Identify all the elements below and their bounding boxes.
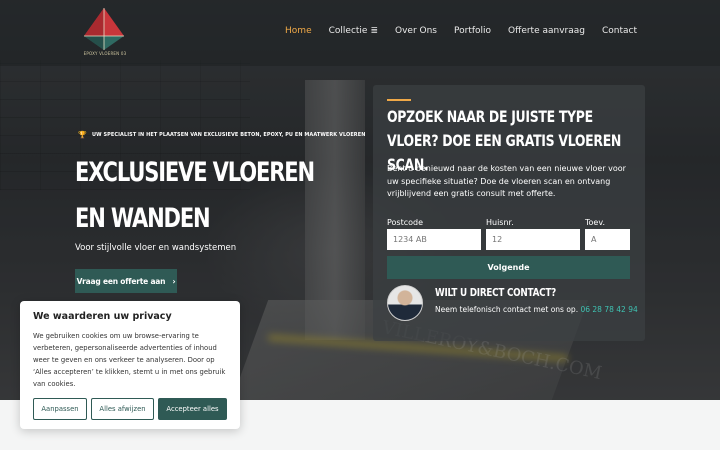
huisnr-label: Huisnr. [486,218,514,227]
nav-collectie[interactable]: Collectie ≣ [329,26,378,36]
phone-link[interactable]: 06 28 78 42 94 [580,305,637,314]
toev-label: Toev. [585,218,605,227]
nav-over-ons-label: Over Ons [395,26,437,36]
postcode-label: Postcode [387,218,424,227]
toev-input[interactable] [585,229,630,250]
menu-icon: ≣ [370,26,378,36]
contact-text: Neem telefonisch contact met ons op. 06 … [435,305,638,314]
nav-contact[interactable]: Contact [602,26,637,36]
postcode-input[interactable] [387,229,481,250]
nav-home[interactable]: Home [285,26,312,36]
panel-accent-line [387,99,411,101]
hero-subtitle: Voor stijlvolle vloer en wandsystemen [75,243,237,253]
nav-portfolio-label: Portfolio [454,26,492,36]
nav-offerte-label: Offerte aanvraag [508,26,585,36]
floor-scan-panel: OPZOEK NAAR DE JUISTE TYPE VLOER? DOE EE… [373,85,645,341]
next-button[interactable]: Volgende [387,256,630,279]
nav-portfolio[interactable]: Portfolio [454,26,491,36]
main-nav: Home Collectie ≣ Over Ons Portfolio Offer… [268,26,637,36]
accept-cookies-button[interactable]: Accepteer alles [158,398,227,420]
customize-cookies-button[interactable]: Aanpassen [33,398,87,420]
cookie-banner: We waarderen uw privacy We gebruiken coo… [20,301,240,429]
panel-description: Bent u benieuwd naar de kosten van een n… [387,164,626,198]
contact-text-label: Neem telefonisch contact met ons op. [435,305,579,314]
nav-contact-label: Contact [601,26,637,36]
reject-cookies-button[interactable]: Alles afwijzen [91,398,154,420]
hero-title: EXCLUSIEVE VLOEREN EN WANDEN [75,157,315,234]
cookie-title: We waarderen uw privacy [33,311,172,322]
site-header: EPOXY VLOEREN 03 Home Collectie ≣ Over On… [0,0,720,66]
chevron-right-icon: › [172,276,176,286]
nav-over-ons[interactable]: Over Ons [395,26,437,36]
request-quote-label: Vraag een offerte aan [76,276,166,286]
avatar [387,285,423,321]
huisnr-input[interactable] [486,229,580,250]
contact-title: WILT U DIRECT CONTACT? [435,286,557,299]
nav-offerte-aanvraag[interactable]: Offerte aanvraag [508,26,585,36]
logo-text: EPOXY VLOEREN 03 [83,51,127,56]
request-quote-button[interactable]: Vraag een offerte aan › [75,269,177,293]
hero-tagline-text: UW SPECIALIST IN HET PLAATSEN VAN EXCLUS… [92,132,366,138]
nav-collectie-label: Collectie [328,26,368,36]
nav-home-label: Home [285,26,312,36]
cookie-body: We gebruiken cookies om uw browse-ervari… [33,332,226,388]
trophy-icon: 🏆 [78,131,87,139]
hero-tagline: 🏆 UW SPECIALIST IN HET PLAATSEN VAN EXCL… [78,131,365,139]
